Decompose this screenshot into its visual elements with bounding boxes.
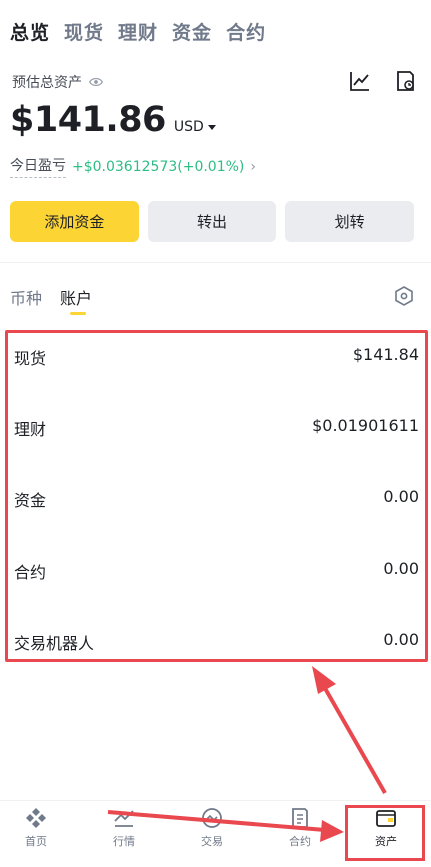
nav-futures[interactable]: 合约 [270,807,330,849]
account-name: 资金 [14,491,47,510]
total-balance: $141.86 [10,100,166,140]
nav-markets[interactable]: 行情 [94,807,154,849]
trade-icon [202,808,222,828]
tab-spot[interactable]: 现货 [64,18,104,45]
list-item[interactable]: 交易机器人 0.00 [14,630,419,654]
tab-funding[interactable]: 资金 [172,18,212,45]
eye-icon[interactable] [88,77,104,87]
account-name: 现货 [14,349,47,368]
tab-accounts[interactable]: 账户 [60,285,92,315]
settings-icon[interactable] [395,286,413,306]
home-icon [26,808,46,828]
pnl-label: 今日盈亏 [10,155,66,178]
chart-icon[interactable] [349,70,371,92]
nav-label: 首页 [25,835,47,848]
sub-tabs: 币种 账户 [10,285,92,315]
estimate-label: 预估总资产 [12,75,82,91]
nav-home[interactable]: 首页 [6,807,66,849]
section-divider [0,262,431,263]
action-buttons: 添加资金 转出 划转 [10,201,415,242]
list-item[interactable]: 现货 $141.84 [14,345,419,369]
account-name: 合约 [14,563,47,582]
currency-selector[interactable]: USD [174,119,216,135]
account-value: 0.00 [383,630,419,649]
account-list: 现货 $141.84 理财 $0.01901611 资金 0.00 合约 0.0… [5,330,428,662]
futures-icon [292,808,308,828]
balance-row: $141.86 USD [10,100,216,140]
add-funds-button[interactable]: 添加资金 [10,201,139,242]
estimate-row: 预估总资产 [12,72,104,92]
account-value: 0.00 [383,487,419,506]
account-name: 理财 [14,420,47,439]
account-name: 交易机器人 [14,634,95,653]
account-value: 0.00 [383,559,419,578]
tab-overview[interactable]: 总览 [10,18,50,45]
header-icons [349,70,417,92]
list-item[interactable]: 资金 0.00 [14,487,419,511]
account-value: $141.84 [352,345,419,364]
nav-label: 合约 [289,835,311,848]
tab-earn[interactable]: 理财 [118,18,158,45]
list-item[interactable]: 理财 $0.01901611 [14,416,419,440]
chevron-right-icon: › [250,158,256,175]
tab-futures[interactable]: 合约 [226,18,266,45]
nav-trade[interactable]: 交易 [182,807,242,849]
account-value: $0.01901611 [312,416,419,435]
nav-label: 交易 [201,835,223,848]
top-tabs: 总览 现货 理财 资金 合约 [10,18,266,45]
assets-highlight-box [345,805,425,861]
list-item[interactable]: 合约 0.00 [14,559,419,583]
caret-down-icon [207,124,216,130]
tab-coins[interactable]: 币种 [10,285,42,309]
markets-icon [114,810,134,827]
pnl-value: +$0.03612573(+0.01%) [72,158,245,175]
pnl-row[interactable]: 今日盈亏 +$0.03612573(+0.01%) › [10,155,256,178]
nav-label: 行情 [113,835,135,848]
transfer-button[interactable]: 划转 [285,201,415,242]
withdraw-button[interactable]: 转出 [147,201,277,242]
currency-label: USD [173,119,204,135]
history-icon[interactable] [395,70,417,92]
